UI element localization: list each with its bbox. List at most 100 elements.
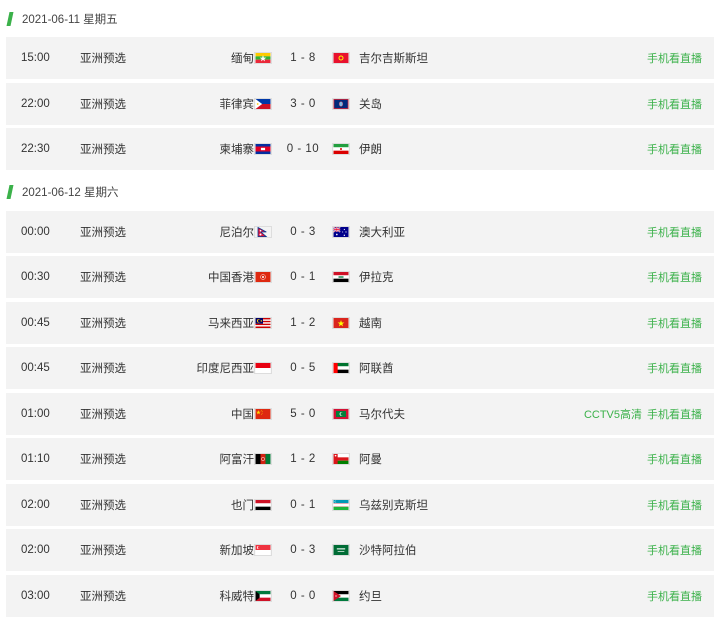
mobile-watch-live-link[interactable]: 手机看直播 xyxy=(647,497,702,513)
league-name: 亚洲预选 xyxy=(80,545,126,557)
away-team: 沙特阿拉伯 xyxy=(359,545,417,557)
match-score: 1 - 8 xyxy=(290,52,316,64)
mobile-watch-live-link[interactable]: 手机看直播 xyxy=(647,360,702,376)
date-label: 2021-06-12 星期六 xyxy=(22,187,119,199)
away-team: 阿曼 xyxy=(359,454,382,466)
date-header: 2021-06-11 星期五 xyxy=(6,0,720,37)
match-time: 22:00 xyxy=(21,97,50,110)
mobile-watch-live-link[interactable]: 手机看直播 xyxy=(647,224,702,240)
jordan-flag-icon xyxy=(332,589,350,602)
malaysia-flag-icon xyxy=(254,316,272,329)
tv-channel-link[interactable]: CCTV5高清 xyxy=(584,406,642,422)
away-team: 马尔代夫 xyxy=(359,408,405,421)
home-team: 也门 xyxy=(231,499,254,512)
australia-flag-icon xyxy=(332,225,350,238)
date-marker xyxy=(6,185,14,199)
iran-flag-icon xyxy=(332,143,350,155)
maldives-flag-icon xyxy=(332,407,350,420)
mobile-watch-live-link[interactable]: 手机看直播 xyxy=(647,542,702,558)
league-name: 亚洲预选 xyxy=(80,499,126,512)
match-row[interactable]: 02:00 亚洲预选 也门 0 - 1 乌兹别克斯坦 手机看直播 xyxy=(6,483,714,526)
league-name: 亚洲预选 xyxy=(80,363,126,375)
match-time: 00:30 xyxy=(21,271,50,283)
match-row[interactable]: 00:45 亚洲预选 马来西亚 1 - 2 越南 手机看直播 xyxy=(6,301,714,344)
kyrgyzstan-flag-icon xyxy=(332,52,350,64)
mobile-watch-live-link[interactable]: 手机看直播 xyxy=(647,50,702,66)
nepal-flag-icon xyxy=(254,225,272,238)
mobile-watch-live-link[interactable]: 手机看直播 xyxy=(647,315,702,331)
home-team: 印度尼西亚 xyxy=(196,363,255,375)
match-row[interactable]: 00:45 亚洲预选 印度尼西亚 0 - 5 阿联酋 手机看直播 xyxy=(6,347,714,389)
match-time: 01:10 xyxy=(21,453,50,465)
match-row[interactable]: 22:00 亚洲预选 菲律宾 3 - 0 关岛 手机看直播 xyxy=(6,82,714,125)
match-score: 0 - 10 xyxy=(286,143,320,155)
away-team: 约旦 xyxy=(359,590,382,603)
afghanistan-flag-icon xyxy=(254,453,272,465)
away-team: 阿联酋 xyxy=(359,363,394,375)
oman-flag-icon xyxy=(332,453,350,465)
kuwait-flag-icon xyxy=(254,589,272,602)
match-row[interactable]: 01:10 亚洲预选 阿富汗 1 - 2 阿曼 手机看直播 xyxy=(6,438,714,480)
yemen-flag-icon xyxy=(254,498,272,511)
vietnam-flag-icon xyxy=(332,316,350,329)
cambodia-flag-icon xyxy=(254,143,272,155)
match-row[interactable]: 03:00 亚洲预选 科威特 0 - 0 约旦 手机看直播 xyxy=(6,574,714,617)
match-schedule: 2021-06-11 星期五 15:00 亚洲预选 缅甸 1 - 8 吉尔吉斯斯… xyxy=(0,0,720,617)
mobile-watch-live-link[interactable]: 手机看直播 xyxy=(647,451,702,467)
home-team: 马来西亚 xyxy=(208,317,254,330)
match-score: 0 - 3 xyxy=(290,225,316,238)
uae-flag-icon xyxy=(332,362,350,374)
guam-flag-icon xyxy=(332,97,350,110)
league-name: 亚洲预选 xyxy=(80,144,126,156)
mobile-watch-live-link[interactable]: 手机看直播 xyxy=(647,141,702,157)
indonesia-flag-icon xyxy=(254,362,272,374)
mobile-watch-live-link[interactable]: 手机看直播 xyxy=(647,406,702,422)
home-team: 中国 xyxy=(231,408,254,421)
saudi-flag-icon xyxy=(332,544,350,556)
league-name: 亚洲预选 xyxy=(80,53,126,65)
away-team: 伊朗 xyxy=(359,144,382,156)
league-name: 亚洲预选 xyxy=(80,98,126,111)
match-score: 0 - 5 xyxy=(290,362,316,374)
match-time: 02:00 xyxy=(21,544,50,556)
mobile-watch-live-link[interactable]: 手机看直播 xyxy=(647,269,702,285)
match-score: 0 - 1 xyxy=(290,498,316,511)
match-row[interactable]: 00:00 亚洲预选 尼泊尔 0 - 3 澳大利亚 手机看直播 xyxy=(6,210,714,253)
match-row[interactable]: 00:30 亚洲预选 中国香港 0 - 1 伊拉克 手机看直播 xyxy=(6,256,714,298)
match-time: 00:45 xyxy=(21,316,50,329)
league-name: 亚洲预选 xyxy=(80,226,126,239)
match-row[interactable]: 02:00 亚洲预选 新加坡 0 - 3 沙特阿拉伯 手机看直播 xyxy=(6,529,714,571)
mobile-watch-live-link[interactable]: 手机看直播 xyxy=(647,96,702,112)
home-team: 科威特 xyxy=(219,590,255,603)
away-team: 乌兹别克斯坦 xyxy=(359,499,428,512)
league-name: 亚洲预选 xyxy=(80,408,126,421)
myanmar-flag-icon xyxy=(254,52,272,64)
away-team: 越南 xyxy=(359,317,382,330)
home-team: 缅甸 xyxy=(231,53,254,65)
match-score: 3 - 0 xyxy=(290,97,316,110)
home-team: 尼泊尔 xyxy=(219,226,255,239)
home-team: 柬埔寨 xyxy=(219,144,255,156)
match-score: 0 - 1 xyxy=(290,271,316,283)
philippines-flag-icon xyxy=(254,97,272,110)
uzbekistan-flag-icon xyxy=(332,498,350,511)
match-score: 0 - 0 xyxy=(290,589,316,602)
match-score: 5 - 0 xyxy=(290,407,316,420)
match-row[interactable]: 22:30 亚洲预选 柬埔寨 0 - 10 伊朗 手机看直播 xyxy=(6,128,714,170)
league-name: 亚洲预选 xyxy=(80,454,126,466)
match-row[interactable]: 01:00 亚洲预选 中国 5 - 0 马尔代夫 CCTV5高清 手机看直播 xyxy=(6,392,714,435)
home-team: 菲律宾 xyxy=(219,98,255,111)
match-time: 01:00 xyxy=(21,407,50,420)
match-score: 1 - 2 xyxy=(290,316,316,329)
away-team: 伊拉克 xyxy=(359,272,394,284)
match-time: 15:00 xyxy=(21,52,50,64)
match-score: 1 - 2 xyxy=(290,453,316,465)
match-row[interactable]: 15:00 亚洲预选 缅甸 1 - 8 吉尔吉斯斯坦 手机看直播 xyxy=(6,37,714,79)
away-team: 关岛 xyxy=(359,98,382,111)
date-label: 2021-06-11 星期五 xyxy=(22,13,118,26)
home-team: 阿富汗 xyxy=(219,454,255,466)
mobile-watch-live-link[interactable]: 手机看直播 xyxy=(647,588,702,604)
match-time: 03:00 xyxy=(21,589,50,602)
date-header: 2021-06-12 星期六 xyxy=(6,174,720,211)
hongkong-flag-icon xyxy=(254,271,272,283)
